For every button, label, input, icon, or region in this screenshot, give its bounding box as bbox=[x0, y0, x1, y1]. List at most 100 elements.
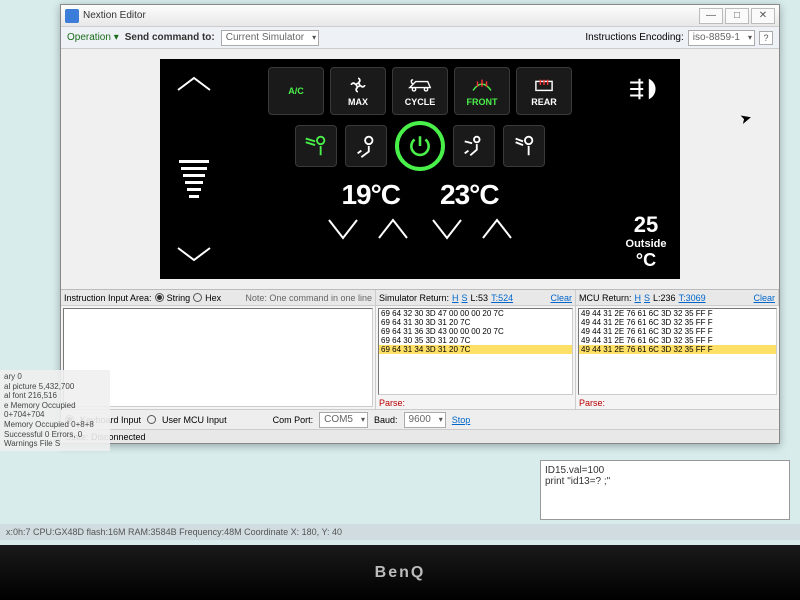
minimize-button[interactable]: — bbox=[699, 8, 723, 24]
baud-label: Baud: bbox=[374, 415, 398, 425]
temp-right: 23°C bbox=[440, 179, 499, 211]
mcu-clear[interactable]: Clear bbox=[753, 293, 775, 303]
info-line: ary 0 bbox=[4, 372, 106, 382]
list-item[interactable]: 69 64 31 30 3D 31 20 7C bbox=[379, 318, 572, 327]
script-line: ID15.val=100 bbox=[545, 465, 785, 476]
monitor-logo: BenQ bbox=[375, 564, 426, 582]
encoding-combo[interactable]: iso-8859-1 bbox=[688, 30, 755, 46]
hmi-mid-column: A/C MAX CYCLE bbox=[226, 67, 614, 271]
temp-left-down[interactable] bbox=[321, 213, 365, 245]
sim-s-link[interactable]: S bbox=[462, 293, 468, 303]
maximize-button[interactable]: □ bbox=[725, 8, 749, 24]
list-item[interactable]: 69 64 32 30 3D 47 00 00 00 20 7C bbox=[379, 309, 572, 318]
toolbar-help-button[interactable]: ? bbox=[759, 31, 773, 45]
temp-right-down[interactable] bbox=[425, 213, 469, 245]
fan-level-indicator bbox=[179, 160, 209, 198]
sim-h-link[interactable]: H bbox=[452, 293, 459, 303]
input-area-label: Instruction Input Area: bbox=[64, 293, 152, 303]
temp-left: 19°C bbox=[341, 179, 400, 211]
list-item[interactable]: 49 44 31 2E 76 61 6C 3D 32 35 FF F bbox=[579, 309, 776, 318]
bottom-panels: Instruction Input Area: String Hex Note:… bbox=[61, 289, 779, 443]
list-item[interactable]: 69 64 31 36 3D 43 00 00 00 20 7C bbox=[379, 327, 572, 336]
sim-parse-label: Parse: bbox=[376, 397, 575, 409]
sim-clear[interactable]: Clear bbox=[550, 293, 572, 303]
hmi-left-column bbox=[170, 67, 218, 271]
usermcu-label: User MCU Input bbox=[162, 415, 227, 425]
encoding-label: Instructions Encoding: bbox=[585, 32, 683, 43]
list-item[interactable]: 49 44 31 2E 76 61 6C 3D 32 35 FF F bbox=[579, 318, 776, 327]
rear-defrost-button[interactable]: REAR bbox=[516, 67, 572, 115]
defrost-front-icon bbox=[469, 75, 495, 95]
sim-total[interactable]: T:524 bbox=[491, 293, 513, 303]
airflow-face-button[interactable] bbox=[295, 125, 337, 167]
list-item[interactable]: 49 44 31 2E 76 61 6C 3D 32 35 FF F bbox=[579, 336, 776, 345]
front-defrost-button[interactable]: FRONT bbox=[454, 67, 510, 115]
send-label: Send command to: bbox=[125, 32, 215, 43]
mcu-return-list[interactable]: 49 44 31 2E 76 61 6C 3D 32 35 FF F 49 44… bbox=[578, 308, 777, 395]
usermcu-radio[interactable] bbox=[147, 415, 156, 424]
fan-down-button[interactable] bbox=[172, 239, 216, 271]
airflow-feet-button[interactable] bbox=[345, 125, 387, 167]
mcu-h-link[interactable]: H bbox=[635, 293, 642, 303]
cycle-button[interactable]: CYCLE bbox=[392, 67, 448, 115]
app-icon bbox=[65, 9, 79, 23]
compile-info-panel: ary 0 al picture 5,432,700 al font 216,5… bbox=[0, 370, 110, 451]
outside-label: Outside bbox=[626, 238, 667, 250]
ac-label: A/C bbox=[288, 86, 304, 96]
car-icon bbox=[407, 75, 433, 95]
note-label: Note: One command in one line bbox=[245, 293, 372, 303]
script-window[interactable]: ID15.val=100 print "id13=? ;" bbox=[540, 460, 790, 520]
list-item[interactable]: 69 64 30 35 3D 31 20 7C bbox=[379, 336, 572, 345]
comport-combo[interactable]: COM5 bbox=[319, 412, 368, 428]
hmi-right-column: 25 Outside °C bbox=[622, 67, 670, 271]
mcu-line: L:236 bbox=[653, 293, 676, 303]
fan-icon bbox=[345, 75, 371, 95]
operation-menu[interactable]: Operation ▾ bbox=[67, 32, 119, 43]
mcu-s-link[interactable]: S bbox=[644, 293, 650, 303]
stop-link[interactable]: Stop bbox=[452, 415, 471, 425]
toolbar: Operation ▾ Send command to: Current Sim… bbox=[61, 27, 779, 49]
hex-radio[interactable] bbox=[193, 293, 202, 302]
mcu-total[interactable]: T:3069 bbox=[679, 293, 706, 303]
controls-row: Keyboard Input User MCU Input Com Port: … bbox=[61, 409, 779, 429]
info-line: Successful 0 Errors, 0 Warnings File S bbox=[4, 430, 106, 449]
outside-unit: °C bbox=[626, 250, 667, 271]
fan-up-button[interactable] bbox=[172, 67, 216, 99]
close-button[interactable]: ✕ bbox=[751, 8, 775, 24]
airflow-defrostfeet-button[interactable] bbox=[503, 125, 545, 167]
temp-right-up[interactable] bbox=[475, 213, 519, 245]
list-item[interactable]: 49 44 31 2E 76 61 6C 3D 32 35 FF F bbox=[579, 345, 776, 354]
airflow-row bbox=[295, 121, 545, 171]
info-line: Memory Occupied 0+8+8 bbox=[4, 420, 106, 430]
info-line: e Memory Occupied 0+704+704 bbox=[4, 401, 106, 420]
sim-return-label: Simulator Return: bbox=[379, 293, 449, 303]
baud-combo[interactable]: 9600 bbox=[404, 412, 446, 428]
sim-line: L:53 bbox=[471, 293, 489, 303]
rear-label: REAR bbox=[531, 97, 557, 107]
editor-window: Nextion Editor — □ ✕ Operation ▾ Send co… bbox=[60, 4, 780, 444]
ac-button[interactable]: A/C bbox=[268, 67, 324, 115]
info-line: al picture 5,432,700 bbox=[4, 382, 106, 392]
mcu-parse-label: Parse: bbox=[576, 397, 779, 409]
script-line: print "id13=? ;" bbox=[545, 476, 785, 487]
list-item[interactable]: 49 44 31 2E 76 61 6C 3D 32 35 FF F bbox=[579, 327, 776, 336]
sim-return-list[interactable]: 69 64 32 30 3D 47 00 00 00 20 7C 69 64 3… bbox=[378, 308, 573, 395]
hmi-panel: A/C MAX CYCLE bbox=[160, 59, 680, 279]
mcu-return-label: MCU Return: bbox=[579, 293, 632, 303]
airflow-facefeet-button[interactable] bbox=[453, 125, 495, 167]
send-target-combo[interactable]: Current Simulator bbox=[221, 30, 319, 46]
string-label: String bbox=[167, 293, 191, 303]
connection-status: State: Disconnected bbox=[61, 429, 779, 443]
max-button[interactable]: MAX bbox=[330, 67, 386, 115]
info-line: al font 216,516 bbox=[4, 391, 106, 401]
power-button[interactable] bbox=[395, 121, 445, 171]
temp-left-up[interactable] bbox=[371, 213, 415, 245]
fog-light-icon[interactable] bbox=[626, 75, 666, 110]
mode-row: A/C MAX CYCLE bbox=[268, 67, 572, 115]
window-title: Nextion Editor bbox=[83, 10, 146, 21]
string-radio[interactable] bbox=[155, 293, 164, 302]
hex-label: Hex bbox=[205, 293, 221, 303]
outside-temp: 25 Outside °C bbox=[626, 212, 667, 271]
cycle-label: CYCLE bbox=[405, 97, 436, 107]
list-item[interactable]: 69 64 31 34 3D 31 20 7C bbox=[379, 345, 572, 354]
